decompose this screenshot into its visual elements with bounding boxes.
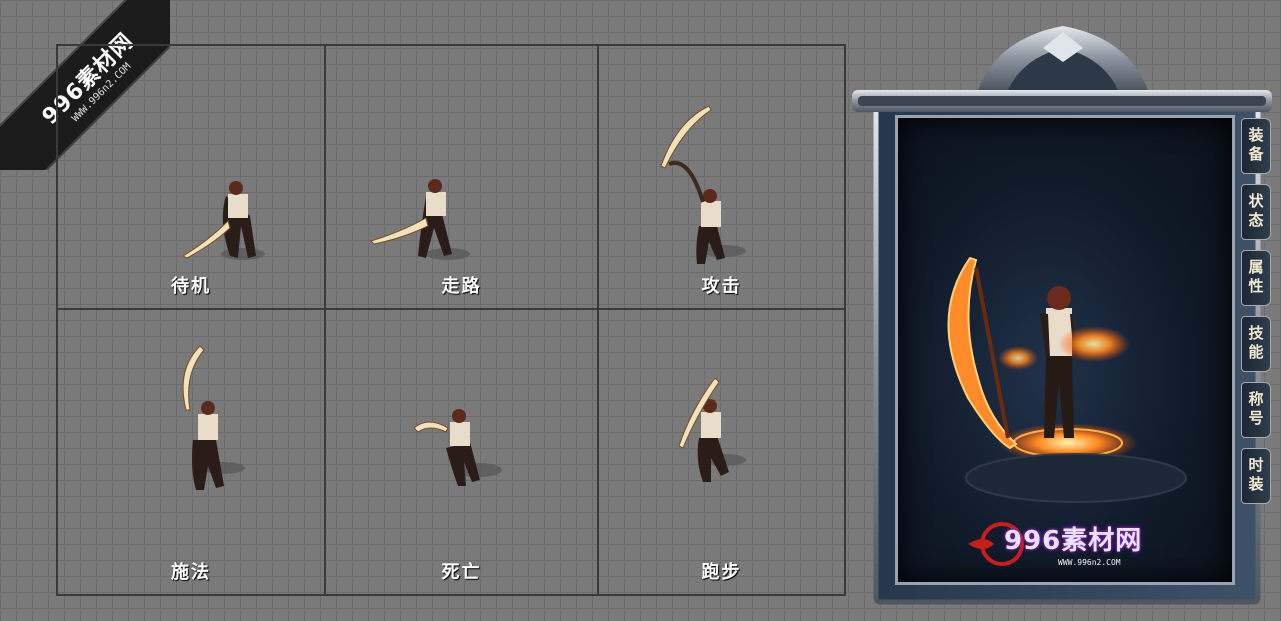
character-sprite-attack	[660, 105, 746, 264]
scythe-fire-character	[947, 256, 1187, 503]
anim-cell-death[interactable]: 死亡	[326, 310, 599, 594]
panel-watermark-url: WWW.996n2.COM	[1058, 558, 1121, 567]
anim-label-attack: 攻击	[701, 276, 742, 297]
tab-status[interactable]: 状态	[1241, 184, 1271, 240]
anim-cell-idle[interactable]: 待机	[58, 46, 326, 310]
animation-grid: 待机 走路 攻击 施法 死亡 跑步	[56, 44, 846, 596]
character-sprite-cast	[182, 345, 245, 490]
anim-label-death: 死亡	[441, 562, 482, 583]
anim-label-walk: 走路	[441, 276, 482, 297]
character-sprite-walk	[370, 179, 470, 260]
character-portrait	[895, 115, 1235, 585]
side-tab-bar: 装备 状态 属性 技能 称号 时装	[1241, 118, 1273, 514]
character-panel: 装备 状态 属性 技能 称号 时装 996素材网 WWW.996n2.COM	[848, 18, 1278, 608]
anim-cell-walk[interactable]: 走路	[326, 46, 599, 310]
panel-watermark-title: 996素材网	[1004, 526, 1143, 556]
character-sprite-run	[678, 377, 746, 482]
tab-fashion[interactable]: 时装	[1241, 448, 1271, 504]
anim-cell-run[interactable]: 跑步	[599, 310, 844, 594]
tab-titles[interactable]: 称号	[1241, 382, 1271, 438]
tab-attributes[interactable]: 属性	[1241, 250, 1271, 306]
anim-label-cast: 施法	[171, 562, 211, 583]
tab-equipment[interactable]: 装备	[1241, 118, 1271, 174]
tab-skills[interactable]: 技能	[1241, 316, 1271, 372]
anim-label-run: 跑步	[701, 562, 742, 583]
anim-label-idle: 待机	[171, 276, 211, 297]
anim-cell-cast[interactable]: 施法	[58, 310, 326, 594]
character-sprite-idle	[181, 181, 265, 260]
panel-watermark: 996素材网 WWW.996n2.COM	[968, 516, 1168, 576]
anim-cell-attack[interactable]: 攻击	[599, 46, 844, 310]
character-sprite-death	[413, 409, 502, 486]
